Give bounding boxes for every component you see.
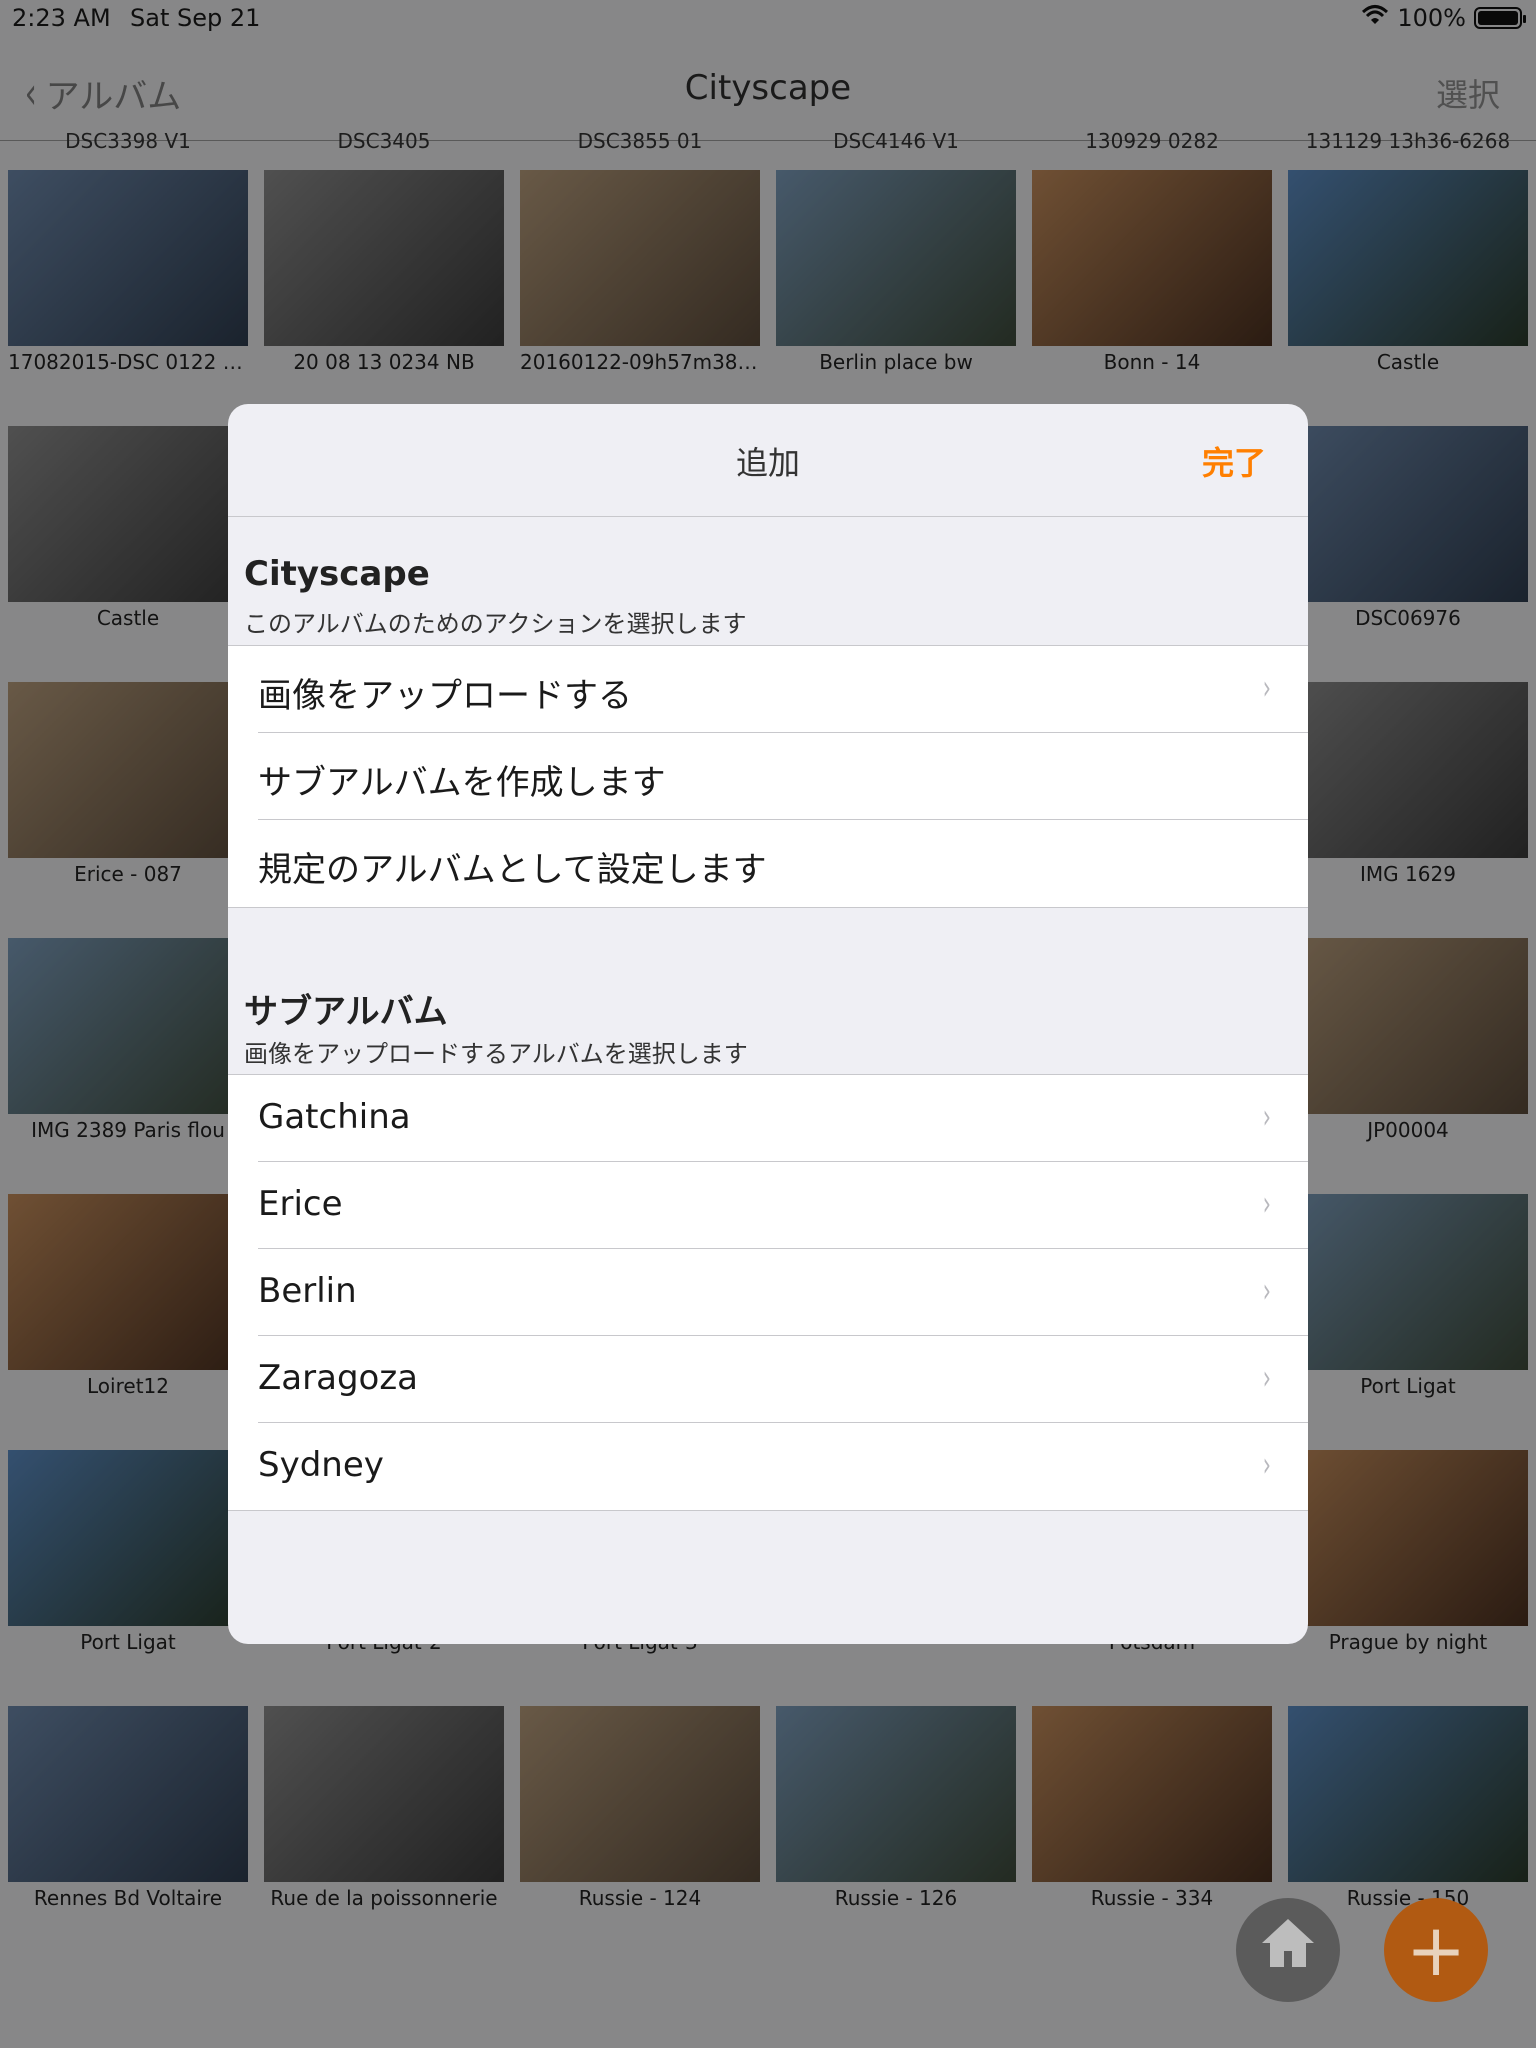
subalbum-label: Gatchina (258, 1097, 411, 1137)
section-album-subtitle: このアルバムのためのアクションを選択します (244, 610, 747, 638)
action-label: サブアルバムを作成します (258, 763, 666, 803)
add-button[interactable]: + (1384, 1898, 1488, 2002)
action-label: 画像をアップロードする (258, 676, 632, 716)
action-set-default-album[interactable]: 規定のアルバムとして設定します (228, 820, 1308, 907)
subalbum-item[interactable]: Gatchina › (228, 1075, 1308, 1162)
chevron-right-icon: › (1263, 1097, 1272, 1137)
subalbum-label: Sydney (258, 1445, 384, 1485)
subalbum-label: Erice (258, 1184, 343, 1224)
action-upload-images[interactable]: 画像をアップロードする › (228, 646, 1308, 733)
chevron-right-icon: › (1263, 668, 1272, 708)
section-album-title: Cityscape (244, 554, 430, 594)
chevron-right-icon: › (1263, 1358, 1272, 1398)
chevron-right-icon: › (1263, 1184, 1272, 1224)
subalbum-item[interactable]: Zaragoza › (228, 1336, 1308, 1423)
subalbum-item[interactable]: Erice › (228, 1162, 1308, 1249)
modal-header: 追加 完了 (228, 404, 1308, 517)
section-subalbums-title: サブアルバム (244, 992, 448, 1032)
home-icon (1258, 1915, 1318, 1985)
done-button[interactable]: 完了 (1202, 438, 1266, 484)
subalbum-list: Gatchina › Erice › Berlin › Zaragoza › S… (228, 1074, 1308, 1511)
home-button[interactable] (1236, 1898, 1340, 2002)
add-modal: 追加 完了 Cityscape このアルバムのためのアクションを選択します 画像… (228, 404, 1308, 1644)
subalbum-label: Berlin (258, 1271, 357, 1311)
chevron-right-icon: › (1263, 1271, 1272, 1311)
subalbum-label: Zaragoza (258, 1358, 419, 1398)
action-label: 規定のアルバムとして設定します (258, 850, 767, 890)
modal-title: 追加 (735, 444, 800, 482)
subalbum-item[interactable]: Sydney › (228, 1423, 1308, 1510)
album-actions-list: 画像をアップロードする › サブアルバムを作成します 規定のアルバムとして設定し… (228, 645, 1308, 908)
plus-icon: + (1405, 1908, 1467, 1992)
action-create-subalbum[interactable]: サブアルバムを作成します (228, 733, 1308, 820)
subalbum-item[interactable]: Berlin › (228, 1249, 1308, 1336)
chevron-right-icon: › (1263, 1445, 1272, 1485)
section-subalbums-subtitle: 画像をアップロードするアルバムを選択します (244, 1040, 748, 1068)
